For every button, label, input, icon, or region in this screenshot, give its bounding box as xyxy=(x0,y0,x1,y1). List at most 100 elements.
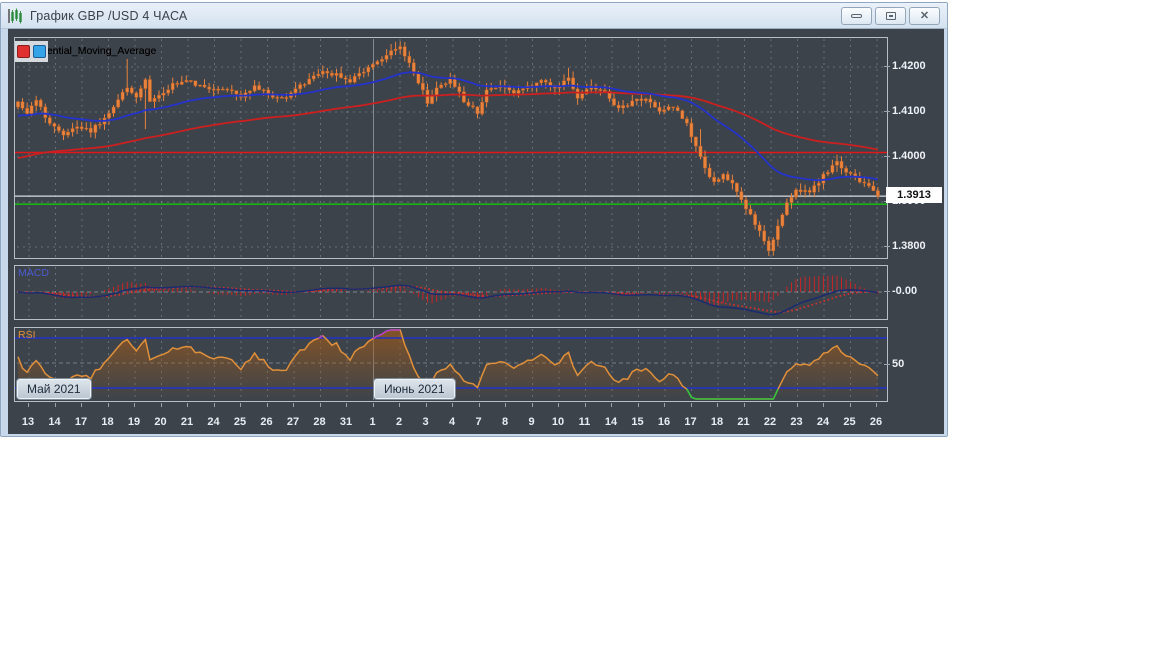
price-axis-label: 1.4100 xyxy=(892,105,926,117)
price-axis-tick xyxy=(884,246,890,247)
chart-window[interactable]: График GBP /USD 4 ЧАСА ✕ Exponential_Mov… xyxy=(0,2,948,437)
time-axis-tick xyxy=(28,403,29,407)
screenshot-stage: График GBP /USD 4 ЧАСА ✕ Exponential_Mov… xyxy=(0,0,1152,648)
time-axis-tick xyxy=(823,403,824,407)
close-icon: ✕ xyxy=(919,9,930,22)
time-axis-label: 15 xyxy=(631,416,644,428)
price-axis-tick xyxy=(884,111,890,112)
time-axis-label: 20 xyxy=(154,416,167,428)
time-axis-tick xyxy=(796,403,798,407)
time-axis-label: 8 xyxy=(501,416,509,428)
time-axis-tick xyxy=(690,403,692,407)
time-axis-tick xyxy=(293,403,294,407)
minimize-icon xyxy=(851,14,862,18)
macd-panel[interactable]: MACD xyxy=(14,265,888,320)
current-price-tag: 1.3913 xyxy=(886,187,942,203)
time-axis-label: 21 xyxy=(737,416,750,428)
time-axis-tick xyxy=(717,403,718,407)
time-axis-tick xyxy=(743,403,745,407)
price-axis-tick xyxy=(884,364,890,365)
time-axis-tick xyxy=(54,403,56,407)
time-axis-tick xyxy=(531,403,533,407)
price-axis-label: 1.3800 xyxy=(892,240,926,252)
time-axis-label: 17 xyxy=(74,416,88,428)
macd-axis-label: -0.00 xyxy=(892,285,918,297)
buy-square-button[interactable] xyxy=(33,45,46,58)
time-axis-tick xyxy=(187,403,188,407)
macd-chart[interactable] xyxy=(15,266,887,319)
chart-window-icon xyxy=(8,8,22,23)
time-axis-label: 4 xyxy=(448,416,456,428)
time-axis-tick xyxy=(81,403,82,407)
time-axis-tick xyxy=(452,403,453,407)
time-axis-label: 1 xyxy=(369,416,376,428)
time-axis-tick xyxy=(849,403,851,407)
price-chart-panel[interactable]: Exponential_Moving_Average Exponential_M… xyxy=(14,37,888,259)
price-axis-label: 1.4200 xyxy=(892,60,926,72)
time-axis-label: 21 xyxy=(180,416,194,428)
time-axis-label: 26 xyxy=(869,416,883,428)
time-axis-label: 13 xyxy=(21,416,35,428)
indicator-buttons xyxy=(15,41,48,62)
time-axis-tick xyxy=(637,403,639,407)
minimize-button[interactable] xyxy=(841,7,872,25)
time-axis-label: 28 xyxy=(313,416,326,428)
sell-square-button[interactable] xyxy=(17,45,30,58)
time-axis-tick xyxy=(770,403,771,407)
time-axis-label: 25 xyxy=(233,416,247,428)
time-axis-label: 26 xyxy=(260,416,273,428)
time-axis-label: 24 xyxy=(207,416,220,428)
time-axis-label: 17 xyxy=(684,416,697,428)
time-axis-label: 18 xyxy=(101,416,114,428)
time-axis-label: 14 xyxy=(48,416,61,428)
time-axis-label: 16 xyxy=(657,416,671,428)
time-axis-label: 31 xyxy=(339,416,353,428)
title-bar[interactable]: График GBP /USD 4 ЧАСА ✕ xyxy=(1,3,947,29)
time-axis-tick xyxy=(372,403,374,407)
time-axis-label: 24 xyxy=(816,416,830,428)
chart-area: Exponential_Moving_Average Exponential_M… xyxy=(8,28,944,434)
time-axis-tick xyxy=(478,403,480,407)
restore-icon xyxy=(885,12,896,20)
rsi-axis-label: 50 xyxy=(892,358,905,370)
time-axis-tick xyxy=(664,403,665,407)
candlestick-chart[interactable] xyxy=(15,38,887,258)
time-axis-tick xyxy=(266,403,268,407)
time-axis-label: 19 xyxy=(127,416,141,428)
time-axis-label: 3 xyxy=(422,416,429,428)
time-axis-tick xyxy=(213,403,215,407)
window-controls: ✕ xyxy=(841,7,940,25)
time-axis-label: 18 xyxy=(710,416,724,428)
month-marker-may[interactable]: Май 2021 xyxy=(17,379,91,399)
time-axis-label: 10 xyxy=(551,416,565,428)
time-axis-tick xyxy=(107,403,109,407)
price-axis-tick xyxy=(884,291,890,292)
time-axis-label: 23 xyxy=(790,416,803,428)
close-button[interactable]: ✕ xyxy=(909,7,940,25)
time-axis-label: 27 xyxy=(286,416,300,428)
month-marker-june[interactable]: Июнь 2021 xyxy=(374,379,455,399)
time-axis-tick xyxy=(134,403,135,407)
time-axis-tick xyxy=(319,403,321,407)
time-axis-tick xyxy=(425,403,427,407)
time-axis-label: 9 xyxy=(528,416,535,428)
time-axis-tick xyxy=(346,403,347,407)
restore-button[interactable] xyxy=(875,7,906,25)
time-axis-tick xyxy=(160,403,162,407)
window-title: График GBP /USD 4 ЧАСА xyxy=(30,8,188,23)
time-axis-label: 7 xyxy=(475,416,482,428)
time-axis-tick xyxy=(505,403,506,407)
price-axis-tick xyxy=(884,66,890,67)
time-axis-tick xyxy=(399,403,400,407)
time-axis-tick xyxy=(611,403,612,407)
price-axis-label: 1.4000 xyxy=(892,150,926,162)
time-axis-label: 2 xyxy=(395,416,403,428)
time-axis-tick xyxy=(584,403,586,407)
time-axis-label: 25 xyxy=(843,416,856,428)
time-axis-tick xyxy=(240,403,241,407)
time-axis-label: 14 xyxy=(604,416,618,428)
macd-label: MACD xyxy=(18,267,49,279)
time-axis-label: 11 xyxy=(578,416,591,428)
time-axis-label: 22 xyxy=(763,416,777,428)
time-axis-tick xyxy=(558,403,559,407)
